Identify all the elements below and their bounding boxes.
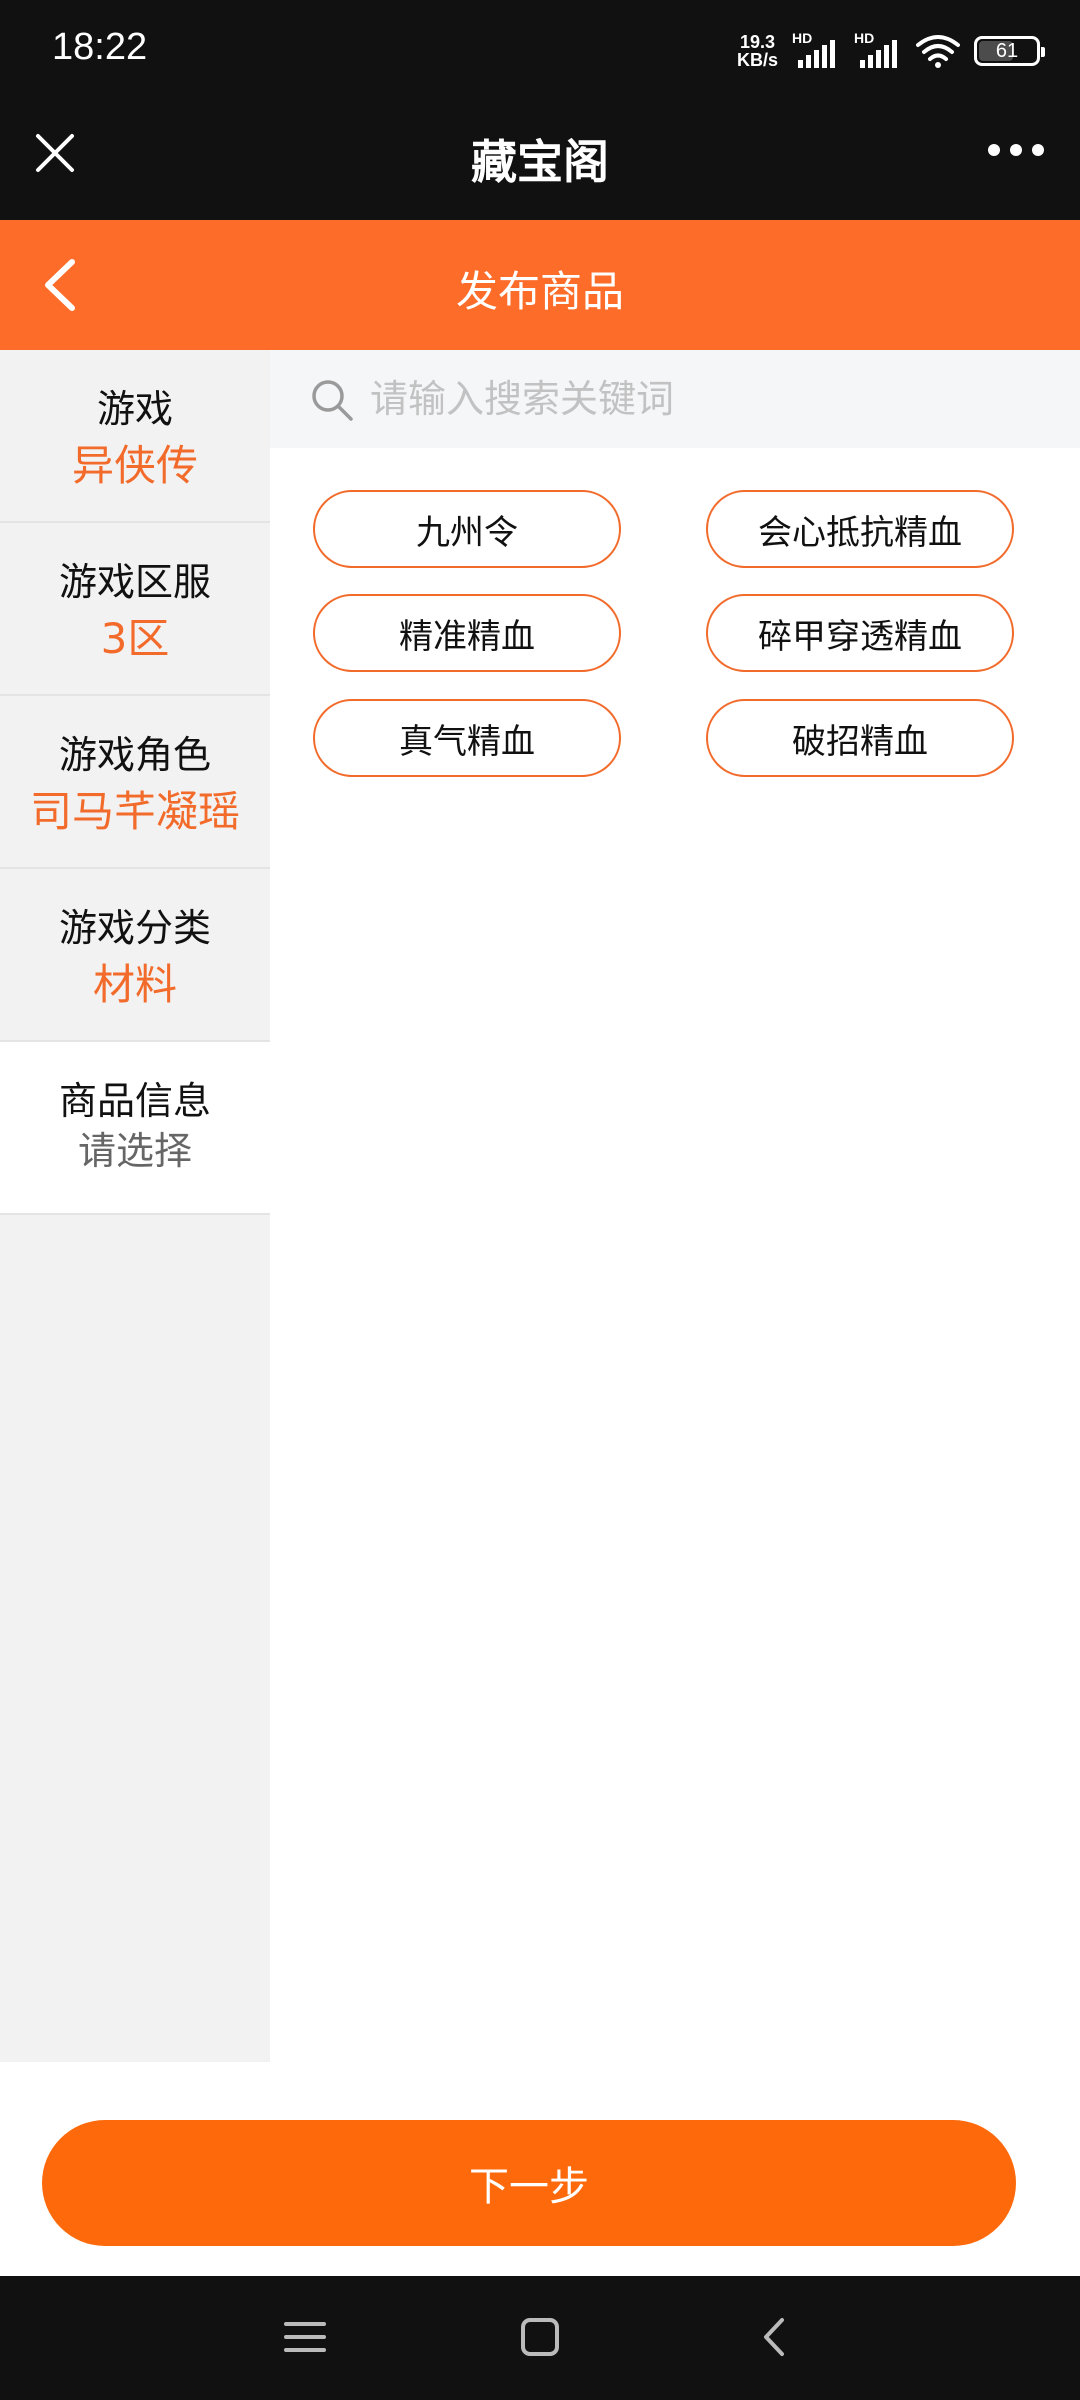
sidebar-item-label: 游戏分类 <box>58 906 211 950</box>
sidebar-item-goods-info[interactable]: 商品信息 请选择 <box>0 1042 270 1215</box>
step-sidebar: 游戏 异侠传 游戏区服 3区 游戏角色 司马芊凝瑶 游戏分类 材料 商品信息 请… <box>0 350 270 2062</box>
home-square-icon[interactable] <box>515 2312 565 2362</box>
option-chip[interactable]: 九州令 <box>313 490 621 568</box>
option-chip[interactable]: 会心抵抗精血 <box>706 490 1014 568</box>
network-speed-unit: KB/s <box>736 50 778 70</box>
wifi-icon <box>916 35 960 68</box>
option-chip[interactable]: 真气精血 <box>313 699 621 777</box>
sidebar-item-category[interactable]: 游戏分类 材料 <box>0 869 270 1042</box>
page-title: 发布商品 <box>455 267 624 316</box>
battery-icon: 61 <box>974 36 1045 66</box>
signal-sim1-icon: HD <box>792 30 840 68</box>
battery-level: 61 <box>995 39 1019 62</box>
sidebar-item-label: 商品信息 <box>58 1079 211 1123</box>
sidebar-item-label: 游戏角色 <box>58 733 211 777</box>
sidebar-item-role[interactable]: 游戏角色 司马芊凝瑶 <box>0 696 270 869</box>
sidebar-item-value: 材料 <box>92 960 177 1009</box>
mini-program-title: 藏宝阁 <box>471 135 609 189</box>
mini-program-bar: 藏宝阁 <box>0 98 1080 220</box>
sidebar-item-label: 游戏区服 <box>58 560 211 604</box>
sidebar-item-label: 游戏 <box>96 387 173 431</box>
sidebar-item-value: 司马芊凝瑶 <box>29 787 240 836</box>
menu-icon[interactable] <box>280 2312 330 2362</box>
sidebar-item-server[interactable]: 游戏区服 3区 <box>0 523 270 696</box>
system-nav-bar <box>0 2276 1080 2400</box>
sidebar-item-game[interactable]: 游戏 异侠传 <box>0 350 270 523</box>
search-bar <box>270 350 1080 448</box>
network-speed-value: 19.3 <box>739 32 776 52</box>
nav-back-icon[interactable] <box>750 2312 800 2362</box>
search-input[interactable] <box>370 368 1050 430</box>
network-speed: 19.3 KB/s <box>737 33 778 69</box>
option-chip[interactable]: 精准精血 <box>313 594 621 672</box>
page-header: 发布商品 <box>0 220 1080 350</box>
search-icon <box>312 380 353 421</box>
next-step-button[interactable]: 下一步 <box>42 2120 1016 2246</box>
sidebar-item-value: 3区 <box>100 614 170 663</box>
option-chip[interactable]: 碎甲穿透精血 <box>706 594 1014 672</box>
status-indicators: 19.3 KB/s HD HD 61 <box>737 26 1045 76</box>
sidebar-item-value: 请选择 <box>77 1129 192 1173</box>
option-chip[interactable]: 破招精血 <box>706 699 1014 777</box>
signal-sim2-icon: HD <box>854 30 902 68</box>
sidebar-item-value: 异侠传 <box>71 441 198 490</box>
status-time: 18:22 <box>52 26 148 68</box>
status-bar: 18:22 19.3 KB/s HD HD 61 <box>0 0 1080 98</box>
more-dots-icon[interactable] <box>988 144 1044 156</box>
